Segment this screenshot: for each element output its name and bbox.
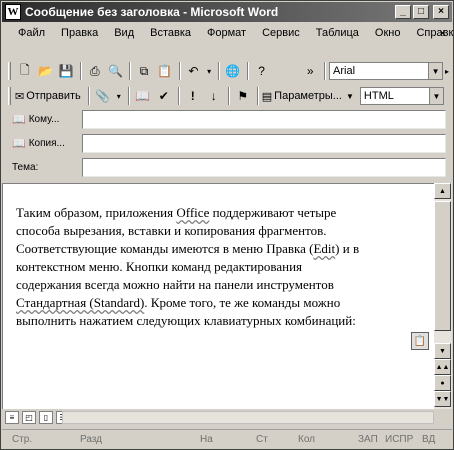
status-ext[interactable]: ВД: [422, 434, 435, 445]
standard-toolbar: 🗋 📂 💾 ⎙ 🔍 ⧉ 📋 ↶ ▾ 🌐 ? » Arial ▼ ▸: [2, 59, 452, 83]
document-body[interactable]: Таким образом, приложения Office поддерж…: [2, 183, 434, 409]
attach-icon[interactable]: 📎: [93, 87, 113, 105]
vertical-scrollbar[interactable]: ▲ ▼ ▲▲ ● ▼▼: [434, 183, 452, 409]
open-icon[interactable]: 📂: [36, 62, 56, 80]
minimize-button[interactable]: _: [395, 5, 411, 19]
toolbar-more-icon[interactable]: »: [300, 62, 320, 80]
normal-view-icon[interactable]: ≡: [5, 411, 19, 424]
email-toolbar: ✉ Отправить 📎 ▾ 📖 ✔ ! ↓ ⚑ ▤ Параметры...…: [2, 84, 452, 108]
flag-icon[interactable]: ⚑: [233, 87, 253, 105]
font-select-value: Arial: [333, 65, 356, 77]
send-label: Отправить: [26, 90, 81, 102]
to-field[interactable]: [82, 109, 446, 129]
address-book-icon: 📖: [12, 137, 26, 150]
options-label: Параметры...: [274, 90, 342, 102]
toolbar-grip[interactable]: [8, 62, 11, 80]
status-rec[interactable]: ЗАП: [358, 434, 378, 445]
cc-field[interactable]: [82, 133, 446, 153]
scroll-down-icon[interactable]: ▼: [434, 343, 451, 359]
menu-tools[interactable]: Сервис: [262, 27, 300, 39]
to-label: Кому...: [28, 113, 60, 125]
menu-format[interactable]: Формат: [207, 27, 246, 39]
status-bar: Стр. Разд На Ст Кол ЗАП ИСПР ВД: [2, 429, 452, 449]
subject-field[interactable]: [82, 157, 446, 177]
word-app-icon[interactable]: W: [5, 4, 21, 20]
menu-help[interactable]: Справка: [416, 27, 454, 39]
toolbar-end-more-icon[interactable]: ▸: [443, 62, 451, 80]
scroll-up-icon[interactable]: ▲: [434, 183, 451, 199]
low-importance-icon[interactable]: ↓: [204, 87, 224, 105]
window-title: Сообщение без заголовка - Microsoft Word: [25, 5, 279, 19]
format-select[interactable]: HTML ▼: [359, 87, 444, 105]
cc-row: 📖 Копия...: [2, 133, 452, 153]
doc-line: контекстном меню. Кнопки команд редактир…: [16, 259, 302, 274]
title-bar[interactable]: W Сообщение без заголовка - Microsoft Wo…: [2, 2, 452, 22]
previous-page-icon[interactable]: ▲▲: [434, 359, 451, 375]
menu-insert[interactable]: Вставка: [150, 27, 191, 39]
high-importance-icon[interactable]: !: [183, 87, 203, 105]
subject-label: Тема:: [12, 161, 39, 173]
cc-label: Копия...: [28, 137, 65, 149]
undo-dropdown-icon[interactable]: ▾: [204, 62, 214, 80]
menu-view[interactable]: Вид: [114, 27, 134, 39]
hyperlink-icon[interactable]: 🌐: [223, 62, 243, 80]
menu-bar: Файл Правка Вид Вставка Формат Сервис Та…: [2, 23, 454, 43]
new-icon[interactable]: 🗋: [15, 62, 35, 80]
format-select-value: HTML: [363, 90, 394, 102]
doc-line: содержания всегда можно найти на панели …: [16, 277, 334, 292]
status-line: Ст: [256, 434, 268, 445]
check-names-icon[interactable]: ✔: [154, 87, 174, 105]
to-button[interactable]: 📖 Кому...: [2, 113, 82, 126]
cc-button[interactable]: 📖 Копия...: [2, 137, 82, 150]
chevron-down-icon[interactable]: ▼: [428, 63, 443, 79]
paste-options-icon[interactable]: 📋: [411, 332, 429, 350]
status-col: Кол: [298, 434, 316, 445]
save-icon[interactable]: 💾: [56, 62, 76, 80]
options-button[interactable]: ▤ Параметры... ▼: [262, 87, 354, 105]
send-button[interactable]: ✉ Отправить: [15, 87, 81, 105]
print-preview-icon[interactable]: 🔍: [106, 62, 126, 80]
doc-line: способа вырезания, вставки и копирования…: [16, 223, 327, 238]
font-select[interactable]: Arial ▼: [329, 62, 444, 80]
paste-icon[interactable]: 📋: [155, 62, 175, 80]
send-icon: ✉: [15, 90, 25, 103]
undo-icon[interactable]: ↶: [184, 62, 204, 80]
close-button[interactable]: ×: [433, 5, 449, 19]
word-window: W Сообщение без заголовка - Microsoft Wo…: [0, 0, 454, 450]
menu-window[interactable]: Окно: [375, 27, 401, 39]
document-text[interactable]: Таким образом, приложения Office поддерж…: [16, 204, 432, 330]
doc-line: выполнить нажатием следующих клавиатурны…: [16, 313, 356, 328]
toolbar-grip[interactable]: [8, 87, 11, 105]
menu-file[interactable]: Файл: [18, 27, 45, 39]
copy-icon[interactable]: ⧉: [134, 62, 154, 80]
help-icon[interactable]: ?: [252, 62, 272, 80]
subject-row: Тема:: [2, 157, 452, 177]
print-icon[interactable]: ⎙: [85, 62, 105, 80]
scroll-thumb[interactable]: [434, 201, 451, 331]
chevron-down-icon: ▼: [345, 91, 354, 101]
status-section: Разд: [80, 434, 102, 445]
next-page-icon[interactable]: ▼▼: [434, 391, 451, 407]
close-document-icon[interactable]: ×: [439, 26, 446, 40]
options-icon: ▤: [261, 90, 273, 103]
status-page: Стр.: [12, 434, 33, 445]
chevron-down-icon[interactable]: ▼: [428, 88, 443, 104]
maximize-button[interactable]: □: [413, 5, 429, 19]
to-row: 📖 Кому...: [2, 109, 452, 129]
view-bar: ≡ ◰ ▯ ☰: [2, 409, 452, 426]
status-trk[interactable]: ИСПР: [385, 434, 413, 445]
attach-dropdown-icon[interactable]: ▾: [114, 87, 124, 105]
status-at: На: [200, 434, 213, 445]
doc-line: Стандартная (Standard). Кроме того, те ж…: [16, 295, 341, 310]
horizontal-scrollbar[interactable]: [62, 411, 434, 424]
menu-edit[interactable]: Правка: [61, 27, 98, 39]
browse-object-icon[interactable]: ●: [434, 375, 451, 391]
address-book-icon[interactable]: 📖: [133, 87, 153, 105]
web-view-icon[interactable]: ◰: [22, 411, 36, 424]
menu-table[interactable]: Таблица: [316, 27, 359, 39]
address-book-icon: 📖: [12, 113, 26, 126]
doc-line: Таким образом, приложения Office поддерж…: [16, 205, 337, 220]
print-layout-icon[interactable]: ▯: [39, 411, 53, 424]
doc-line: Соответствующие команды имеются в меню П…: [16, 241, 360, 256]
